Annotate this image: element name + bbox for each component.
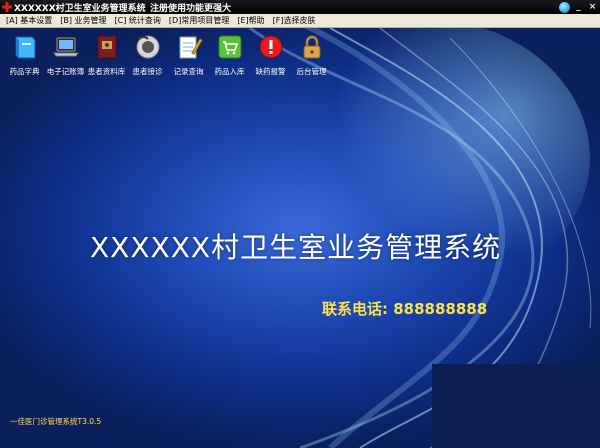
- menu-bar: [A] 基本设置 [B] 业务管理 [C] 统计查询 [D]常用项目管理 [E]…: [0, 14, 600, 28]
- tool-label: 药品字典: [9, 67, 40, 76]
- title-bar: XXXXXX村卫生室业务管理系统 注册使用功能更强大 _ ×: [0, 0, 600, 14]
- alert-icon: [256, 32, 286, 62]
- toolbar: 药品字典 电子记账簿 患者资料库 患者接诊 记录查询 药品入库 缺药报警 后台管…: [4, 32, 332, 77]
- tool-electronic-ledger[interactable]: 电子记账簿: [45, 32, 86, 77]
- window-controls: _ ×: [559, 1, 598, 13]
- main-area: 药品字典 电子记账簿 患者资料库 患者接诊 记录查询 药品入库 缺药报警 后台管…: [0, 28, 600, 448]
- system-title: XXXXXX村卫生室业务管理系统: [90, 231, 502, 264]
- cart-icon: [215, 32, 245, 62]
- menu-basic-settings[interactable]: [A] 基本设置: [6, 15, 52, 26]
- window-title: XXXXXX村卫生室业务管理系统: [14, 4, 146, 14]
- notepad-icon: [174, 32, 204, 62]
- laptop-icon: [51, 32, 81, 62]
- menu-help[interactable]: [E]帮助: [237, 15, 264, 26]
- tool-label: 记录查询: [173, 67, 204, 76]
- menu-statistics[interactable]: [C] 统计查询: [115, 15, 161, 26]
- corner-block: [432, 364, 600, 448]
- tool-patient-reception[interactable]: 患者接诊: [127, 32, 168, 77]
- tool-label: 药品入库: [214, 67, 245, 76]
- stethoscope-icon: [133, 32, 163, 62]
- tool-label: 后台管理: [296, 67, 327, 76]
- tool-drug-dictionary[interactable]: 药品字典: [4, 32, 45, 77]
- menu-skin[interactable]: [F]选择皮肤: [273, 15, 316, 26]
- app-logo-icon: [2, 2, 12, 12]
- contact-phone: 联系电话: 888888888: [322, 300, 488, 318]
- tool-label: 缺药报警: [255, 67, 286, 76]
- tool-patient-records[interactable]: 患者资料库: [86, 32, 127, 77]
- menu-common-items[interactable]: [D]常用项目管理: [169, 15, 229, 26]
- tool-label: 患者接诊: [132, 67, 163, 76]
- register-notice: 注册使用功能更强大: [150, 4, 232, 14]
- book-icon: [10, 32, 40, 62]
- help-icon[interactable]: [559, 1, 570, 13]
- tool-admin[interactable]: 后台管理: [291, 32, 332, 77]
- folder-icon: [92, 32, 122, 62]
- menu-business[interactable]: [B] 业务管理: [60, 15, 106, 26]
- tool-shortage-alert[interactable]: 缺药报警: [250, 32, 291, 77]
- tool-label: 患者资料库: [87, 67, 126, 76]
- close-button[interactable]: ×: [587, 2, 598, 13]
- tool-record-query[interactable]: 记录查询: [168, 32, 209, 77]
- version-label: 一佳医门诊管理系统T3.0.5: [10, 417, 102, 426]
- lock-icon: [297, 32, 327, 62]
- minimize-button[interactable]: _: [573, 2, 584, 13]
- tool-label: 电子记账簿: [46, 67, 85, 76]
- tool-drug-stock-in[interactable]: 药品入库: [209, 32, 250, 77]
